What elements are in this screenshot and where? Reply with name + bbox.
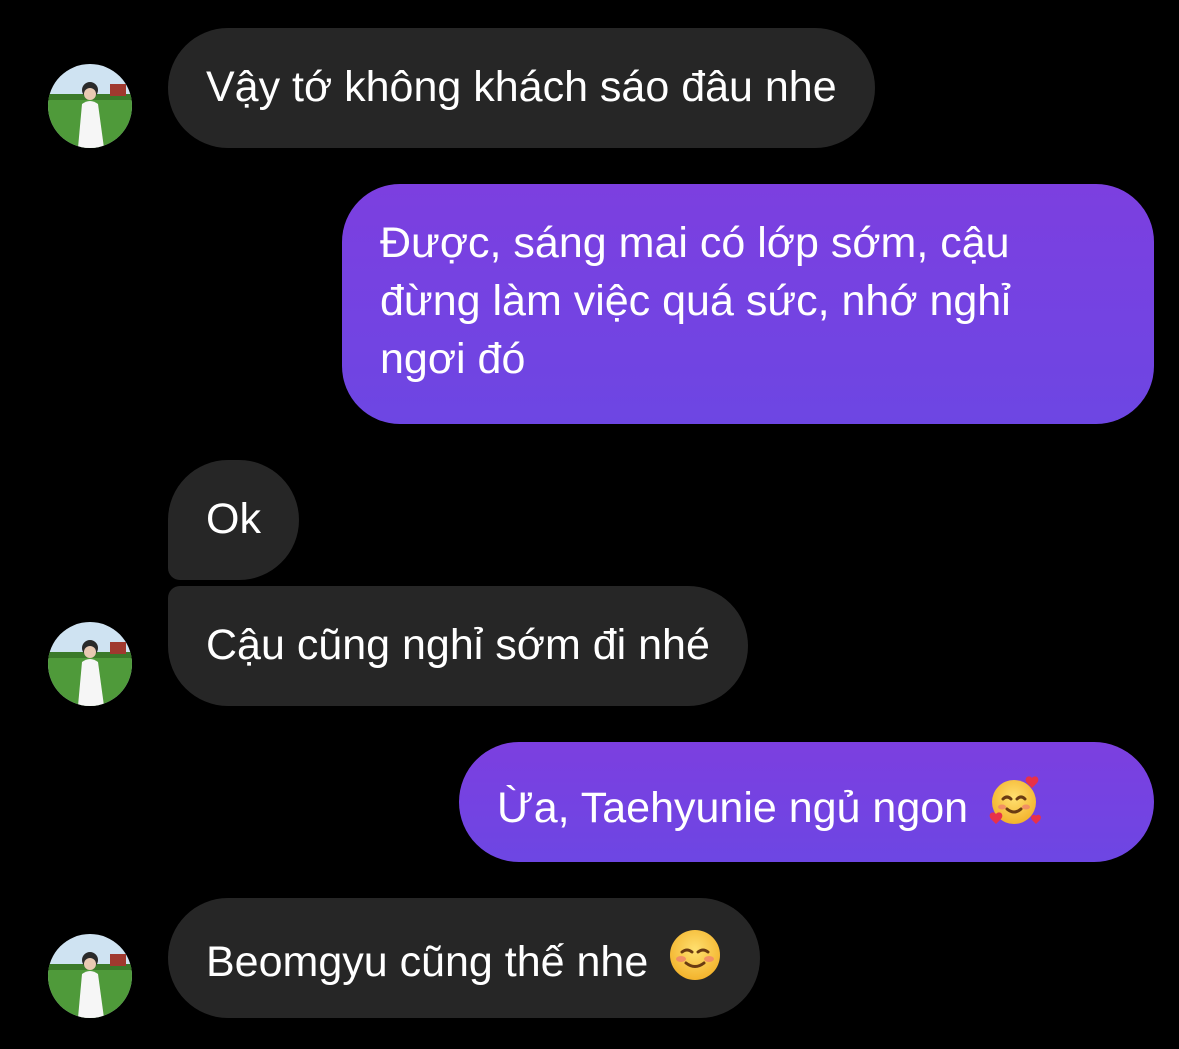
message-text: Vậy tớ không khách sáo đâu nhe xyxy=(206,63,837,111)
contact-avatar[interactable] xyxy=(48,622,132,706)
message-bubble-outgoing[interactable]: Ừa, Taehyunie ngủ ngon xyxy=(459,742,1154,862)
message-text: Beomgyu cũng thế nhe xyxy=(206,938,649,986)
profile-photo-avatar xyxy=(48,622,132,706)
message-text-line: đừng làm việc quá sức, nhớ nghỉ xyxy=(380,277,1011,325)
message-bubble-incoming[interactable]: Beomgyu cũng thế nhe xyxy=(168,898,761,1018)
message-text-line: Được, sáng mai có lớp sớm, cậu xyxy=(380,219,1010,267)
message-text-line: ngơi đó xyxy=(380,335,526,383)
message-bubble-incoming[interactable]: Cậu cũng nghỉ sớm đi nhé xyxy=(168,586,748,706)
profile-photo-avatar xyxy=(48,64,132,148)
contact-avatar[interactable] xyxy=(48,934,132,1018)
smiling-face-emoji xyxy=(668,928,722,997)
contact-avatar[interactable] xyxy=(48,64,132,148)
smiling-face-with-hearts-emoji xyxy=(988,772,1044,843)
message-text: Ok xyxy=(206,495,261,543)
message-bubble-outgoing[interactable]: Được, sáng mai có lớp sớm, cậu đừng làm … xyxy=(342,184,1154,424)
message-bubble-incoming[interactable]: Vậy tớ không khách sáo đâu nhe xyxy=(168,28,875,148)
message-bubble-incoming[interactable]: Ok xyxy=(168,460,299,580)
message-text: Cậu cũng nghỉ sớm đi nhé xyxy=(206,621,710,669)
profile-photo-avatar xyxy=(48,934,132,1018)
message-text: Ừa, Taehyunie ngủ ngon xyxy=(497,784,969,832)
